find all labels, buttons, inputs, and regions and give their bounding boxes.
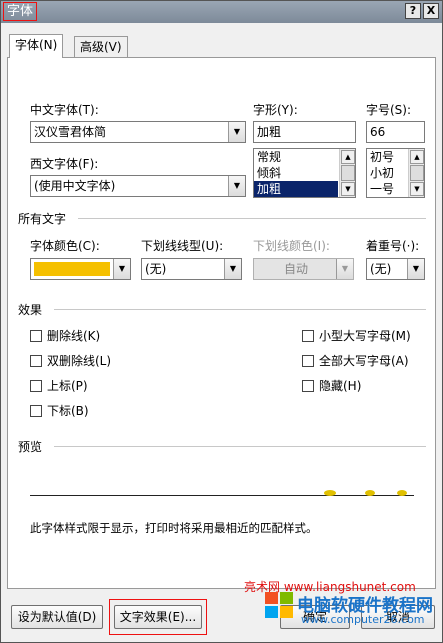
- underline-style-label: 下划线线型(U):: [141, 239, 224, 253]
- chevron-down-icon[interactable]: ▼: [113, 259, 130, 279]
- checkbox-box[interactable]: [302, 380, 314, 392]
- preview-heading: 预览: [18, 440, 43, 454]
- scroll-thumb[interactable]: [410, 165, 424, 181]
- underline-color-combo: 自动 ▼: [253, 258, 354, 280]
- scroll-up-icon[interactable]: ▲: [410, 150, 424, 164]
- checkbox-label: 双删除线(L): [47, 354, 112, 368]
- subscript-checkbox[interactable]: 下标(B): [30, 403, 89, 419]
- scroll-down-icon[interactable]: ▼: [341, 182, 355, 196]
- close-button[interactable]: X: [423, 3, 439, 19]
- chevron-down-icon[interactable]: ▼: [228, 176, 245, 196]
- small-caps-checkbox[interactable]: 小型大写字母(M): [302, 328, 411, 344]
- divider: [54, 446, 426, 447]
- cn-font-label: 中文字体(T):: [30, 103, 99, 117]
- text-effects-button[interactable]: 文字效果(E)...: [114, 605, 202, 629]
- checkbox-label: 上标(P): [47, 379, 88, 393]
- chevron-down-icon[interactable]: ▼: [224, 259, 241, 279]
- checkbox-box[interactable]: [30, 380, 42, 392]
- emphasis-value: (无): [370, 262, 392, 276]
- scrollbar[interactable]: ▲ ▼: [339, 149, 355, 197]
- chevron-down-icon: ▼: [336, 259, 353, 279]
- style-input[interactable]: 加粗: [253, 121, 356, 143]
- chevron-down-icon[interactable]: ▼: [228, 122, 245, 142]
- preview-glyph-edges: [324, 490, 407, 496]
- font-color-swatch: [34, 262, 110, 276]
- list-item-selected[interactable]: 加粗: [254, 181, 338, 197]
- help-button[interactable]: ?: [405, 3, 421, 19]
- scroll-up-icon[interactable]: ▲: [341, 150, 355, 164]
- dialog-title: 字体: [3, 2, 38, 21]
- cn-font-value: 汉仪雪君体简: [34, 125, 107, 139]
- list-item[interactable]: 常规: [254, 149, 338, 165]
- list-item[interactable]: 初号: [367, 149, 407, 165]
- chevron-down-icon[interactable]: ▼: [407, 259, 424, 279]
- preview-area: [30, 456, 414, 496]
- west-font-label: 西文字体(F):: [30, 157, 99, 171]
- hidden-checkbox[interactable]: 隐藏(H): [302, 378, 361, 394]
- emphasis-label: 着重号(·):: [366, 239, 420, 253]
- watermark-url-2: www.computer26.com: [301, 613, 425, 626]
- scrollbar[interactable]: ▲ ▼: [408, 149, 424, 197]
- double-strikethrough-checkbox[interactable]: 双删除线(L): [30, 353, 111, 369]
- underline-style-combo[interactable]: (无) ▼: [141, 258, 242, 280]
- list-item[interactable]: 小初: [367, 165, 407, 181]
- checkbox-box[interactable]: [302, 330, 314, 342]
- preview-note: 此字体样式限于显示，打印时将采用最相近的匹配样式。: [30, 521, 318, 535]
- checkbox-label: 隐藏(H): [319, 379, 362, 393]
- underline-color-value: 自动: [284, 262, 309, 276]
- checkbox-label: 删除线(K): [47, 329, 101, 343]
- all-caps-checkbox[interactable]: 全部大写字母(A): [302, 353, 409, 369]
- set-default-button[interactable]: 设为默认值(D): [11, 605, 103, 629]
- tab-panel-font: 中文字体(T): 汉仪雪君体简 ▼ 西文字体(F): (使用中文字体) ▼ 字形…: [7, 57, 436, 594]
- checkbox-box[interactable]: [302, 355, 314, 367]
- style-listbox[interactable]: 常规 倾斜 加粗 ▲ ▼: [253, 148, 356, 198]
- divider: [78, 218, 426, 219]
- size-listbox[interactable]: 初号 小初 一号 ▲ ▼: [366, 148, 425, 198]
- effects-heading: 效果: [18, 303, 43, 317]
- superscript-checkbox[interactable]: 上标(P): [30, 378, 88, 394]
- checkbox-box[interactable]: [30, 355, 42, 367]
- tab-advanced[interactable]: 高级(V): [74, 36, 128, 58]
- title-bar: 字体 ? X: [1, 1, 442, 23]
- checkbox-box[interactable]: [30, 405, 42, 417]
- strikethrough-checkbox[interactable]: 删除线(K): [30, 328, 100, 344]
- list-item[interactable]: 一号: [367, 181, 407, 197]
- size-label: 字号(S):: [366, 103, 412, 117]
- windows-logo-icon: [265, 592, 293, 618]
- underline-color-label: 下划线颜色(I):: [253, 239, 330, 253]
- checkbox-label: 小型大写字母(M): [319, 329, 411, 343]
- style-label: 字形(Y):: [253, 103, 298, 117]
- tab-font[interactable]: 字体(N): [9, 34, 64, 58]
- emphasis-combo[interactable]: (无) ▼: [366, 258, 425, 280]
- list-item[interactable]: 倾斜: [254, 165, 338, 181]
- west-font-value: (使用中文字体): [34, 179, 116, 193]
- font-color-combo[interactable]: ▼: [30, 258, 131, 280]
- checkbox-label: 下标(B): [47, 404, 89, 418]
- underline-style-value: (无): [145, 262, 167, 276]
- divider: [54, 309, 426, 310]
- all-text-heading: 所有文字: [18, 212, 67, 226]
- font-color-label: 字体颜色(C):: [30, 239, 100, 253]
- checkbox-label: 全部大写字母(A): [319, 354, 409, 368]
- west-font-combo[interactable]: (使用中文字体) ▼: [30, 175, 246, 197]
- cn-font-combo[interactable]: 汉仪雪君体简 ▼: [30, 121, 246, 143]
- scroll-down-icon[interactable]: ▼: [410, 182, 424, 196]
- checkbox-box[interactable]: [30, 330, 42, 342]
- scroll-thumb[interactable]: [341, 165, 355, 181]
- size-input[interactable]: 66: [366, 121, 425, 143]
- font-dialog: 字体 ? X 字体(N) 高级(V) 中文字体(T): 汉仪雪君体简 ▼ 西文字…: [0, 0, 443, 643]
